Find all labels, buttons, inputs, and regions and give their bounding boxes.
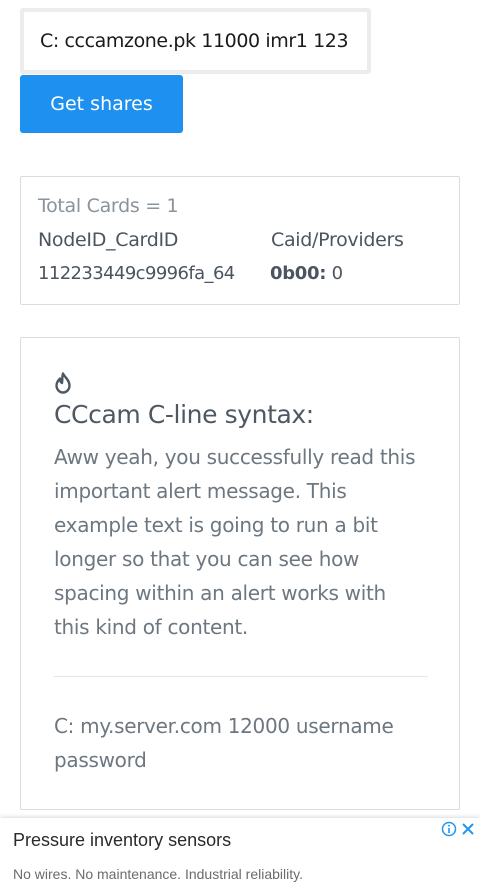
syntax-alert: CCcam C-line syntax: Aww yeah, you succe…: [20, 337, 460, 810]
cline-input-wrapper: [20, 8, 371, 74]
page: Get shares Total Cards = 1 NodeID_CardID…: [0, 0, 480, 895]
cards-panel: Total Cards = 1 NodeID_CardID Caid/Provi…: [20, 176, 460, 305]
close-icon[interactable]: [460, 821, 476, 837]
alert-divider: [54, 676, 428, 677]
card-nodeid-cell: 112233449c9996fa_64: [38, 263, 235, 284]
ad-banner[interactable]: Pressure inventory sensors No wires. No …: [0, 818, 480, 895]
cline-input[interactable]: [24, 12, 367, 70]
get-shares-button[interactable]: Get shares: [20, 75, 183, 133]
alert-example-line: C: my.server.com 12000 username password: [54, 714, 394, 772]
alert-title: CCcam C-line syntax:: [54, 400, 314, 429]
alert-body: Aww yeah, you successfully read this imp…: [54, 445, 416, 639]
caid-value: 0b00:: [270, 263, 327, 284]
providers-value: 0: [326, 263, 343, 284]
info-icon[interactable]: [441, 821, 457, 837]
ad-description: No wires. No maintenance. Industrial rel…: [13, 866, 303, 882]
card-caid-cell: 0b00: 0: [270, 263, 343, 284]
column-header-caid: Caid/Providers: [271, 229, 404, 251]
column-header-nodeid: NodeID_CardID: [38, 229, 179, 251]
total-cards-label: Total Cards = 1: [38, 195, 179, 217]
flame-icon: [55, 372, 71, 394]
ad-title[interactable]: Pressure inventory sensors: [13, 830, 231, 851]
